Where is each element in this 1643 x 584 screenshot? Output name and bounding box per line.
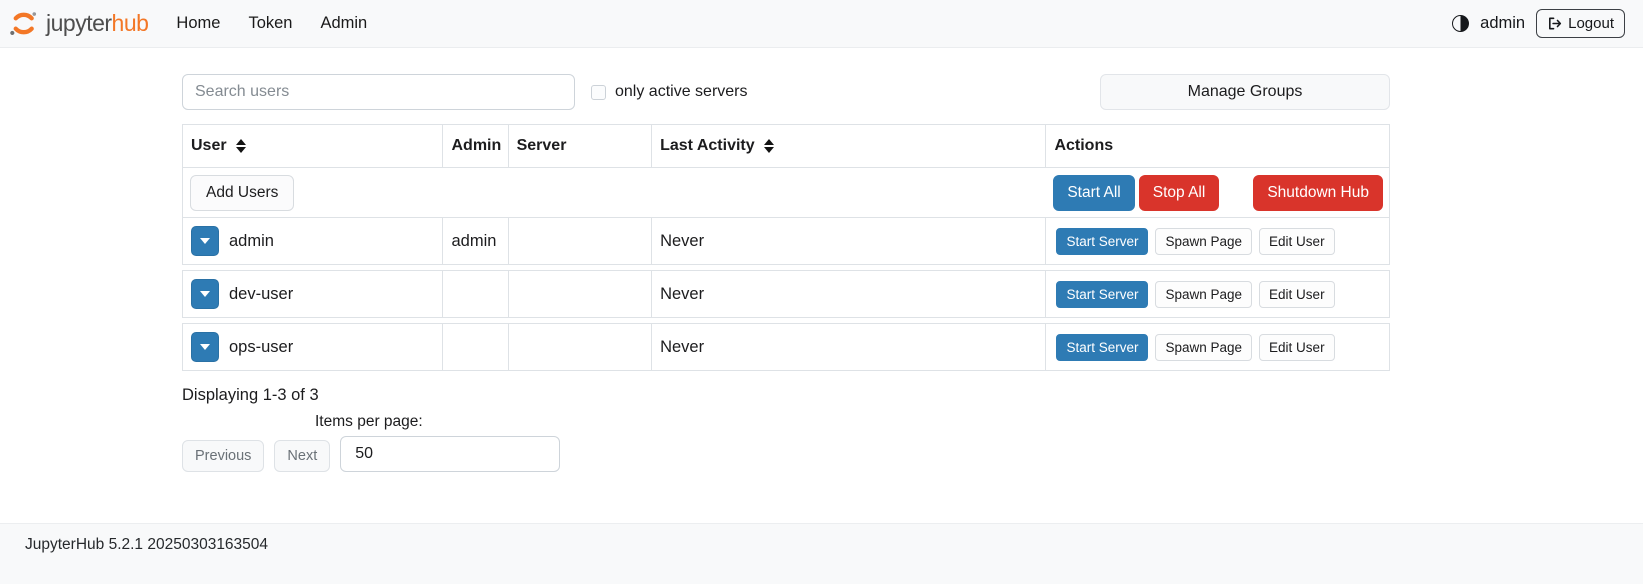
last-activity-cell: Never xyxy=(652,324,1046,370)
last-activity-cell: Never xyxy=(652,271,1046,317)
add-users-button[interactable]: Add Users xyxy=(190,175,294,211)
logout-label: Logout xyxy=(1568,15,1614,32)
pagination-controls: Previous Next xyxy=(182,436,1390,472)
admin-cell xyxy=(443,324,508,370)
header-admin: Admin xyxy=(443,125,508,167)
pagination-summary: Displaying 1-3 of 3 xyxy=(182,386,1390,405)
logout-icon xyxy=(1547,16,1562,31)
start-server-button[interactable]: Start Server xyxy=(1056,228,1148,255)
navbar-right: admin Logout xyxy=(1452,9,1625,38)
only-active-checkbox[interactable] xyxy=(591,85,606,100)
user-cell: dev-user xyxy=(183,271,443,317)
table-header-row: User Admin Server Last Activity Actions xyxy=(183,125,1389,168)
server-cell xyxy=(509,271,653,317)
brand-jupyter: jupyter xyxy=(46,10,112,36)
user-cell: admin xyxy=(183,218,443,264)
header-last-activity[interactable]: Last Activity xyxy=(652,125,1046,167)
theme-toggle-icon[interactable] xyxy=(1452,15,1469,32)
username: dev-user xyxy=(229,285,293,304)
items-per-page-input[interactable] xyxy=(340,436,560,472)
items-per-page-label: Items per page: xyxy=(315,413,1390,431)
bulk-actions-group: Start All Stop All Shutdown Hub xyxy=(1053,175,1383,211)
edit-user-button[interactable]: Edit User xyxy=(1259,334,1335,361)
spawn-page-button[interactable]: Spawn Page xyxy=(1155,228,1252,255)
username: admin xyxy=(229,232,274,251)
sort-icon-last-activity[interactable] xyxy=(764,139,774,153)
shutdown-hub-button[interactable]: Shutdown Hub xyxy=(1253,175,1383,211)
users-table: User Admin Server Last Activity Actions … xyxy=(182,124,1390,217)
header-actions: Actions xyxy=(1046,125,1389,167)
admin-panel: only active servers Manage Groups User A… xyxy=(182,74,1390,472)
table-row-ops-user: ops-user Never Start Server Spawn Page E… xyxy=(182,323,1390,371)
actions-cell: Start Server Spawn Page Edit User xyxy=(1046,218,1389,264)
nav-token[interactable]: Token xyxy=(234,14,306,33)
start-all-button[interactable]: Start All xyxy=(1053,175,1134,211)
start-server-button[interactable]: Start Server xyxy=(1056,281,1148,308)
brand-text: jupyterhub xyxy=(46,10,148,37)
header-user[interactable]: User xyxy=(183,125,443,167)
table-row-admin: admin admin Never Start Server Spawn Pag… xyxy=(182,217,1390,265)
footer: JupyterHub 5.2.1 20250303163504 xyxy=(0,523,1643,584)
edit-user-button[interactable]: Edit User xyxy=(1259,281,1335,308)
sort-icon-user[interactable] xyxy=(236,139,246,153)
server-cell xyxy=(509,324,653,370)
search-input[interactable] xyxy=(182,74,575,110)
actions-cell: Start Server Spawn Page Edit User xyxy=(1046,271,1389,317)
chevron-down-icon xyxy=(200,344,210,350)
navbar: jupyterhub Home Token Admin admin Logout xyxy=(0,0,1643,48)
header-actions-label: Actions xyxy=(1054,137,1113,155)
jupyter-logo-icon xyxy=(8,8,39,39)
chevron-down-icon xyxy=(200,291,210,297)
stop-all-button[interactable]: Stop All xyxy=(1139,175,1220,211)
user-cell: ops-user xyxy=(183,324,443,370)
only-active-filter[interactable]: only active servers xyxy=(591,83,748,101)
chevron-down-icon xyxy=(200,238,210,244)
username: ops-user xyxy=(229,338,293,357)
previous-page-button[interactable]: Previous xyxy=(182,440,264,472)
version-text: JupyterHub 5.2.1 20250303163504 xyxy=(25,536,268,553)
header-user-label: User xyxy=(191,137,227,155)
logout-button[interactable]: Logout xyxy=(1536,9,1625,38)
controls-row: only active servers Manage Groups xyxy=(182,74,1390,110)
spawn-page-button[interactable]: Spawn Page xyxy=(1155,281,1252,308)
actions-cell: Start Server Spawn Page Edit User xyxy=(1046,324,1389,370)
next-page-button[interactable]: Next xyxy=(274,440,330,472)
user-dropdown-button[interactable] xyxy=(191,332,219,362)
header-server: Server xyxy=(509,125,653,167)
nav-links: Home Token Admin xyxy=(162,14,381,33)
server-cell xyxy=(509,218,653,264)
header-server-label: Server xyxy=(517,137,567,155)
nav-admin[interactable]: Admin xyxy=(306,14,381,33)
current-user-label: admin xyxy=(1480,14,1525,33)
brand-hub: hub xyxy=(112,10,149,36)
start-server-button[interactable]: Start Server xyxy=(1056,334,1148,361)
header-last-activity-label: Last Activity xyxy=(660,137,755,155)
user-dropdown-button[interactable] xyxy=(191,226,219,256)
admin-cell: admin xyxy=(443,218,508,264)
admin-cell xyxy=(443,271,508,317)
only-active-label: only active servers xyxy=(615,83,748,101)
table-toolbar-row: Add Users Start All Stop All Shutdown Hu… xyxy=(183,168,1389,217)
last-activity-cell: Never xyxy=(652,218,1046,264)
table-row-dev-user: dev-user Never Start Server Spawn Page E… xyxy=(182,270,1390,318)
header-admin-label: Admin xyxy=(451,137,501,155)
manage-groups-button[interactable]: Manage Groups xyxy=(1100,74,1390,110)
spawn-page-button[interactable]: Spawn Page xyxy=(1155,334,1252,361)
nav-home[interactable]: Home xyxy=(162,14,234,33)
user-dropdown-button[interactable] xyxy=(191,279,219,309)
jupyterhub-logo[interactable]: jupyterhub xyxy=(8,8,148,39)
edit-user-button[interactable]: Edit User xyxy=(1259,228,1335,255)
